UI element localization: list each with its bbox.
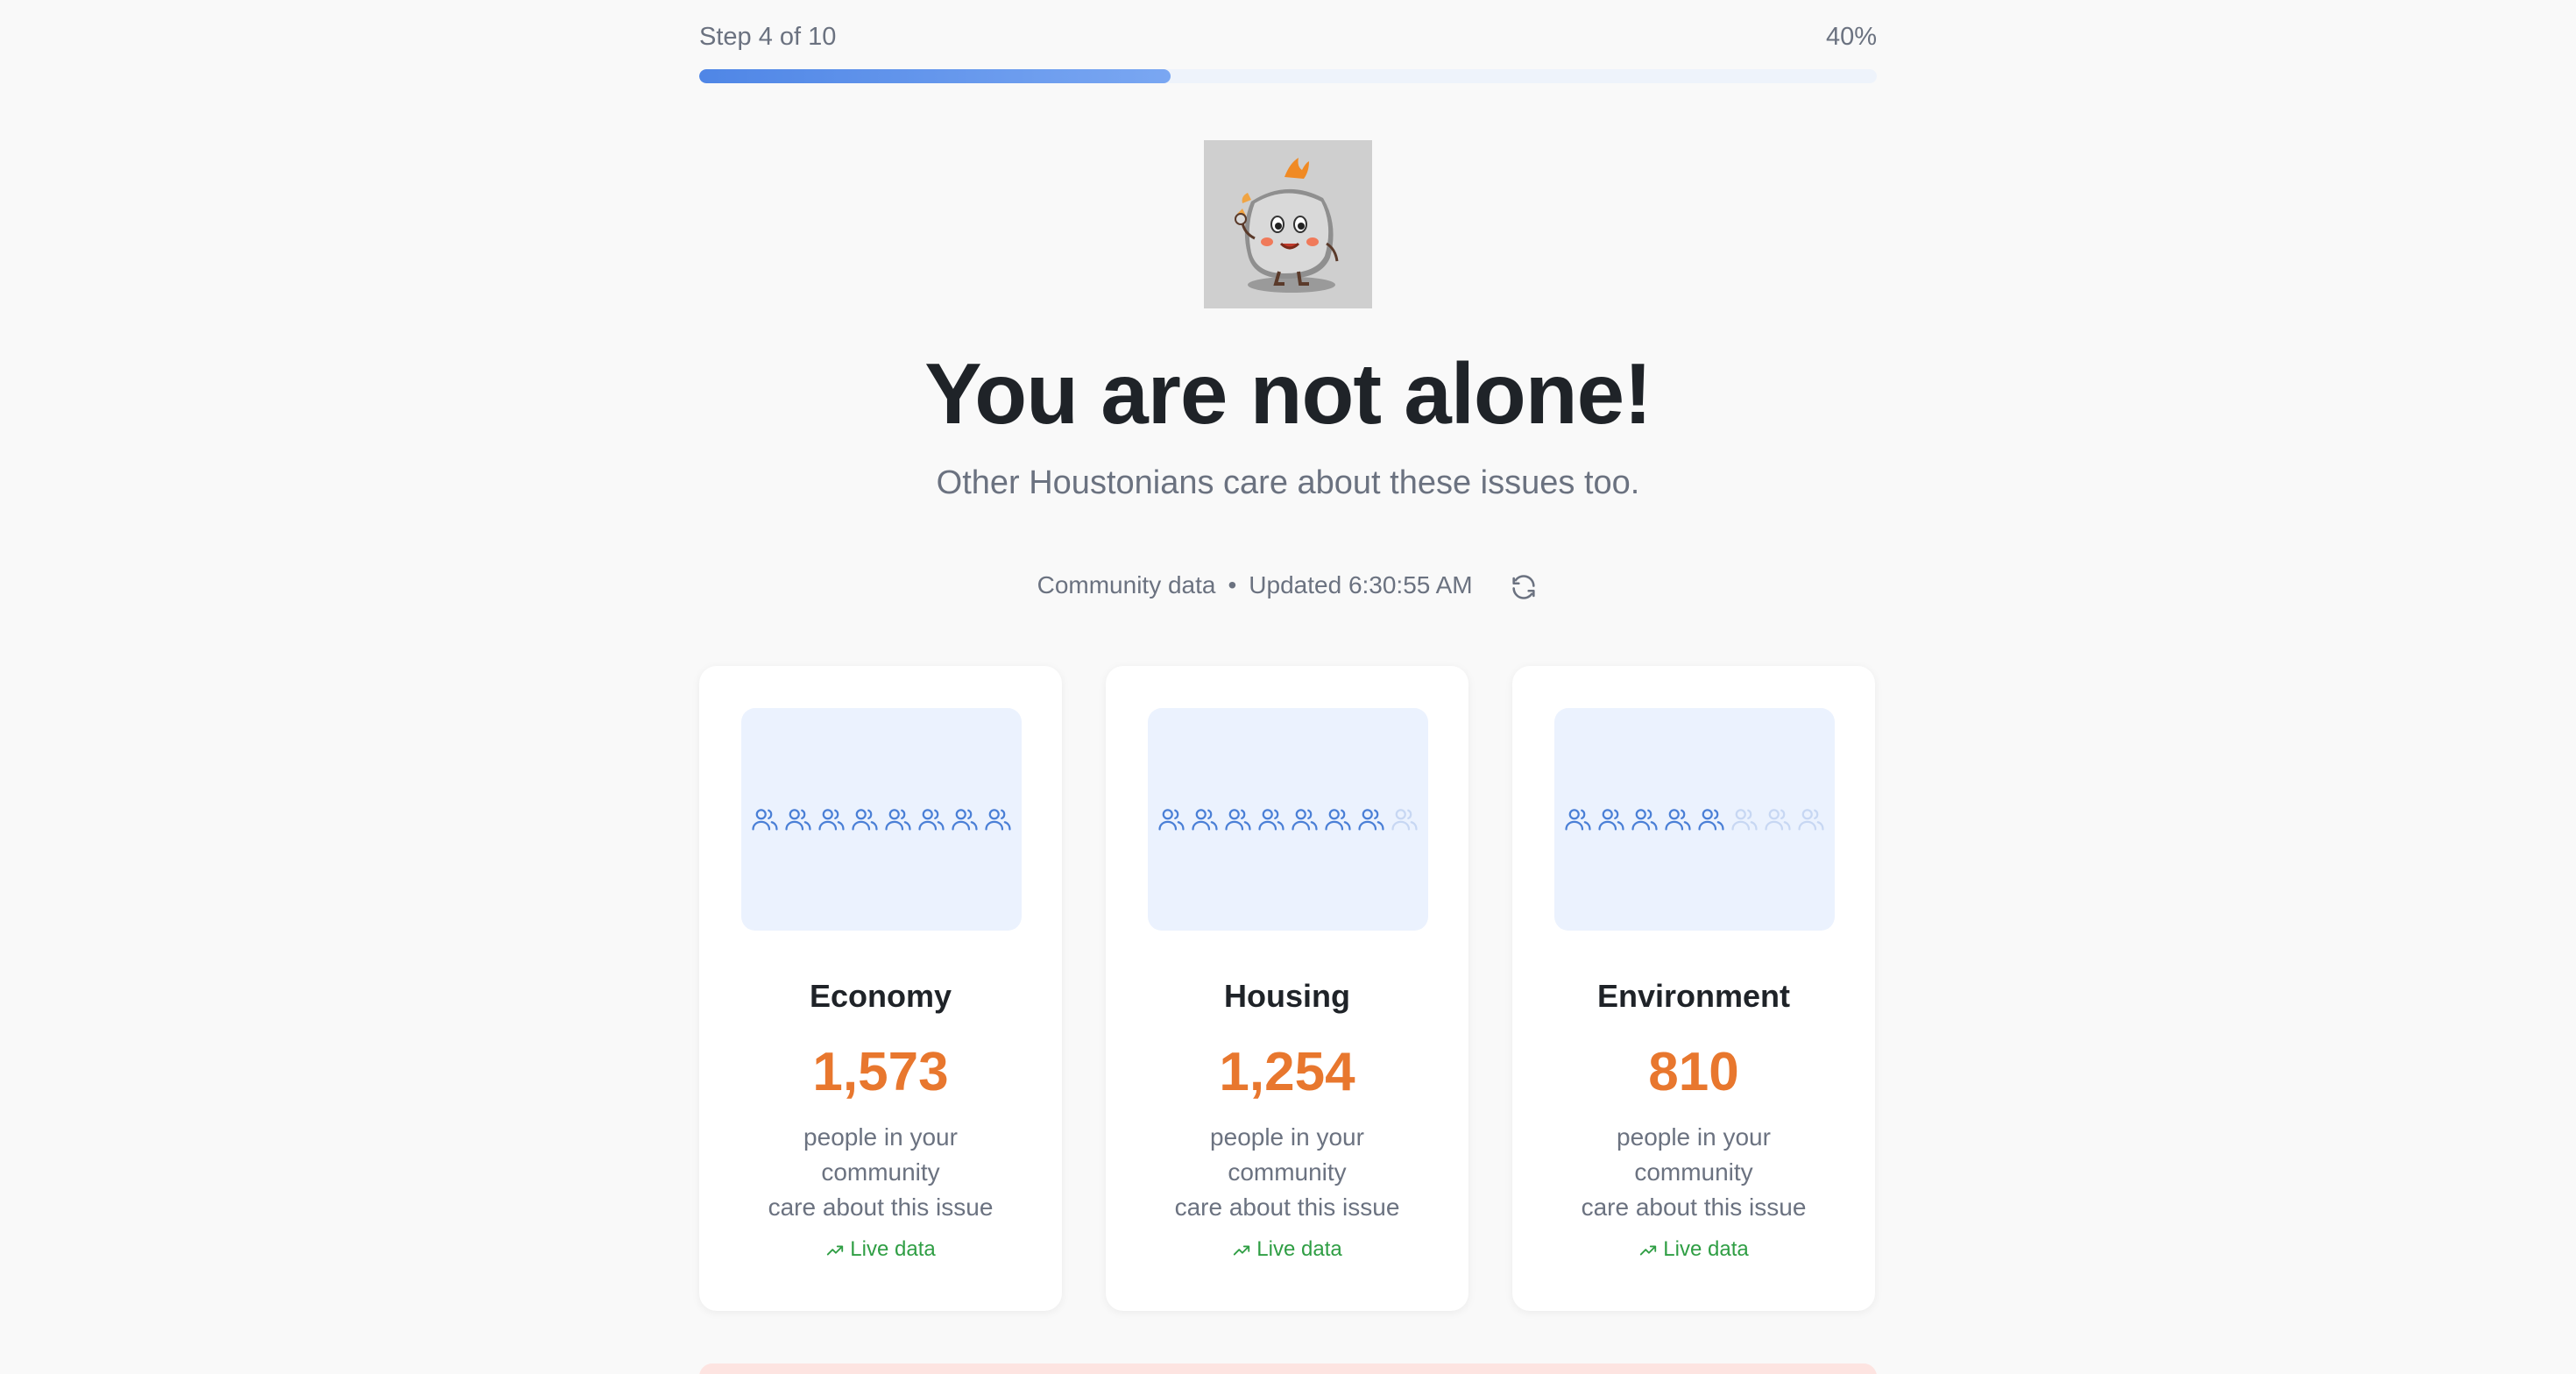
people-icon xyxy=(1258,809,1284,831)
issue-count: 1,254 xyxy=(1219,1042,1355,1102)
issue-description: people in your community care about this… xyxy=(1562,1120,1825,1225)
people-icon xyxy=(1698,809,1724,831)
people-icons-row xyxy=(1148,804,1428,834)
people-icon xyxy=(818,809,845,831)
people-icon xyxy=(1565,809,1591,831)
updated-timestamp: Updated 6:30:55 AM xyxy=(1249,571,1473,598)
people-icon xyxy=(1292,809,1318,831)
people-icon xyxy=(752,809,778,831)
people-icon xyxy=(1158,809,1185,831)
trending-up-icon xyxy=(1640,1245,1657,1256)
issue-description: people in your community care about this… xyxy=(749,1120,1012,1225)
issue-cards: Economy 1,573 people in your community c… xyxy=(699,666,1877,1311)
refresh-icon xyxy=(1512,574,1535,599)
issue-description-line: care about this issue xyxy=(1581,1193,1807,1221)
people-icon xyxy=(1765,809,1791,831)
page: Step 4 of 10 40% You are not alone! Othe… xyxy=(0,0,2576,1374)
issue-description-line: people in your xyxy=(803,1123,958,1151)
progress-percent-label: 40% xyxy=(1825,23,1877,51)
mascot-image xyxy=(1204,140,1372,308)
rock-mascot-icon xyxy=(1235,158,1339,293)
people-icon xyxy=(1798,809,1824,831)
people-icon xyxy=(918,809,945,831)
progress-step-label: Step 4 of 10 xyxy=(699,23,837,51)
people-icon xyxy=(1358,809,1384,831)
issue-label: Housing xyxy=(1224,978,1350,1014)
issue-description-line: care about this issue xyxy=(1174,1193,1400,1221)
progress-track xyxy=(699,69,1877,83)
live-data-indicator: Live data xyxy=(1106,1237,1468,1262)
people-icon xyxy=(885,809,911,831)
people-icon xyxy=(952,809,978,831)
community-data-meta: Community data • Updated 6:30:55 AM xyxy=(699,571,1877,602)
issue-description-line: care about this issue xyxy=(768,1193,994,1221)
issue-count: 1,573 xyxy=(812,1042,949,1102)
people-icon xyxy=(1192,809,1218,831)
people-icon xyxy=(1325,809,1351,831)
issue-description-line: people in your xyxy=(1617,1123,1771,1151)
next-section-edge xyxy=(699,1363,1877,1374)
issue-description-line: people in your xyxy=(1210,1123,1364,1151)
people-visual xyxy=(1148,708,1428,931)
issue-description-line: community xyxy=(1634,1158,1753,1186)
issue-description-line: community xyxy=(821,1158,940,1186)
refresh-button[interactable] xyxy=(1509,572,1539,602)
page-title: You are not alone! xyxy=(924,345,1652,442)
issue-description: people in your community care about this… xyxy=(1156,1120,1419,1225)
issue-label: Economy xyxy=(809,978,952,1014)
people-icon xyxy=(852,809,878,831)
live-data-label: Live data xyxy=(1663,1237,1749,1261)
people-icon xyxy=(785,809,811,831)
people-visual xyxy=(741,708,1022,931)
people-visual xyxy=(1554,708,1835,931)
live-data-indicator: Live data xyxy=(699,1237,1062,1262)
people-icon xyxy=(985,809,1011,831)
data-source-label: Community data xyxy=(1037,571,1216,598)
trending-up-icon xyxy=(1234,1245,1250,1256)
live-data-label: Live data xyxy=(850,1237,936,1261)
people-icon xyxy=(1391,809,1418,831)
issue-card-economy[interactable]: Economy 1,573 people in your community c… xyxy=(699,666,1062,1311)
issue-card-housing[interactable]: Housing 1,254 people in your community c… xyxy=(1106,666,1468,1311)
issue-label: Environment xyxy=(1596,978,1791,1014)
page-subtitle: Other Houstonians care about these issue… xyxy=(936,464,1640,501)
separator-dot: • xyxy=(1228,571,1237,598)
issue-card-environment[interactable]: Environment 810 people in your community… xyxy=(1512,666,1875,1311)
trending-up-icon xyxy=(827,1245,844,1256)
people-icon xyxy=(1598,809,1624,831)
people-icon xyxy=(1665,809,1691,831)
progress-fill xyxy=(699,69,1171,83)
progress-header: Step 4 of 10 40% xyxy=(699,23,1877,58)
people-icon xyxy=(1225,809,1251,831)
issue-description-line: community xyxy=(1228,1158,1347,1186)
people-icons-row xyxy=(741,804,1022,834)
people-icon xyxy=(1731,809,1758,831)
people-icon xyxy=(1631,809,1658,831)
issue-count: 810 xyxy=(1648,1042,1739,1102)
live-data-label: Live data xyxy=(1256,1237,1342,1261)
people-icons-row xyxy=(1554,804,1835,834)
live-data-indicator: Live data xyxy=(1512,1237,1875,1262)
